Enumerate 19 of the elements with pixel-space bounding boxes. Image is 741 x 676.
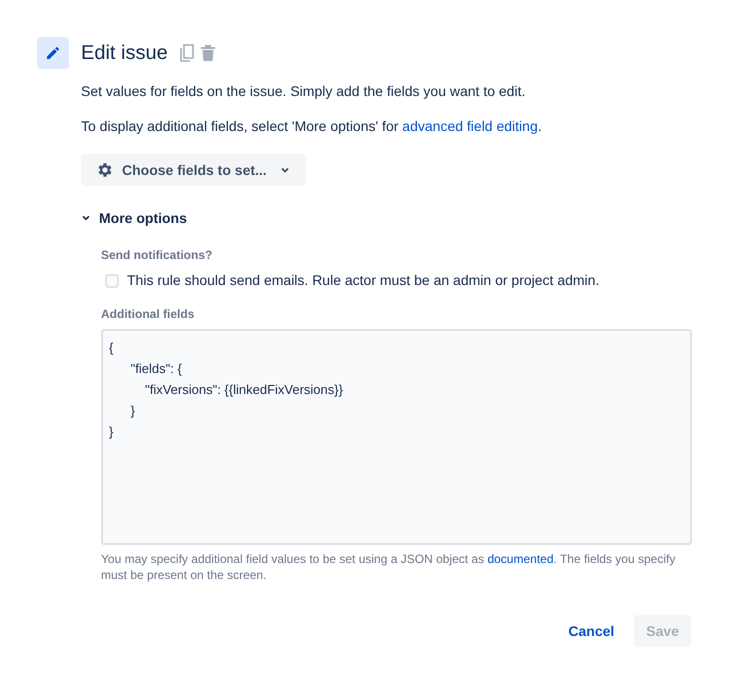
- help-text: You may specify additional field values to be set using a JSON object as documented. The fields you specify must be present on the screen.: [101, 551, 676, 583]
- section-title: Edit issue: [81, 41, 168, 66]
- more-options-toggle[interactable]: More options: [81, 206, 187, 230]
- gear-icon: [96, 161, 114, 179]
- copy-icon[interactable]: [180, 44, 196, 62]
- checkbox[interactable]: [105, 274, 119, 288]
- checkbox-label: This rule should send emails. Rule actor must be an admin or project admin.: [127, 271, 600, 290]
- pencil-icon: [45, 45, 61, 61]
- json-input-field[interactable]: { "fields": { "fixVersions": {{linkedFixVersions}} } }: [101, 329, 692, 545]
- cancel-button[interactable]: Cancel: [556, 615, 626, 647]
- advanced-editing-link[interactable]: advanced field editing: [402, 118, 538, 134]
- documented-link[interactable]: documented: [487, 552, 554, 566]
- field-label: Additional fields: [101, 306, 196, 323]
- description-text: Set values for fields on the issue. Simply add the fields you want to edit.: [81, 82, 526, 101]
- trash-icon[interactable]: [200, 44, 216, 62]
- field-label: Send notifications?: [101, 247, 214, 264]
- more-info-text: To display additional fields, select 'More options' for advanced field editing.: [81, 117, 543, 136]
- choose-fields-button[interactable]: Choose fields to set...: [81, 154, 306, 186]
- chevron-down-icon: [81, 213, 91, 223]
